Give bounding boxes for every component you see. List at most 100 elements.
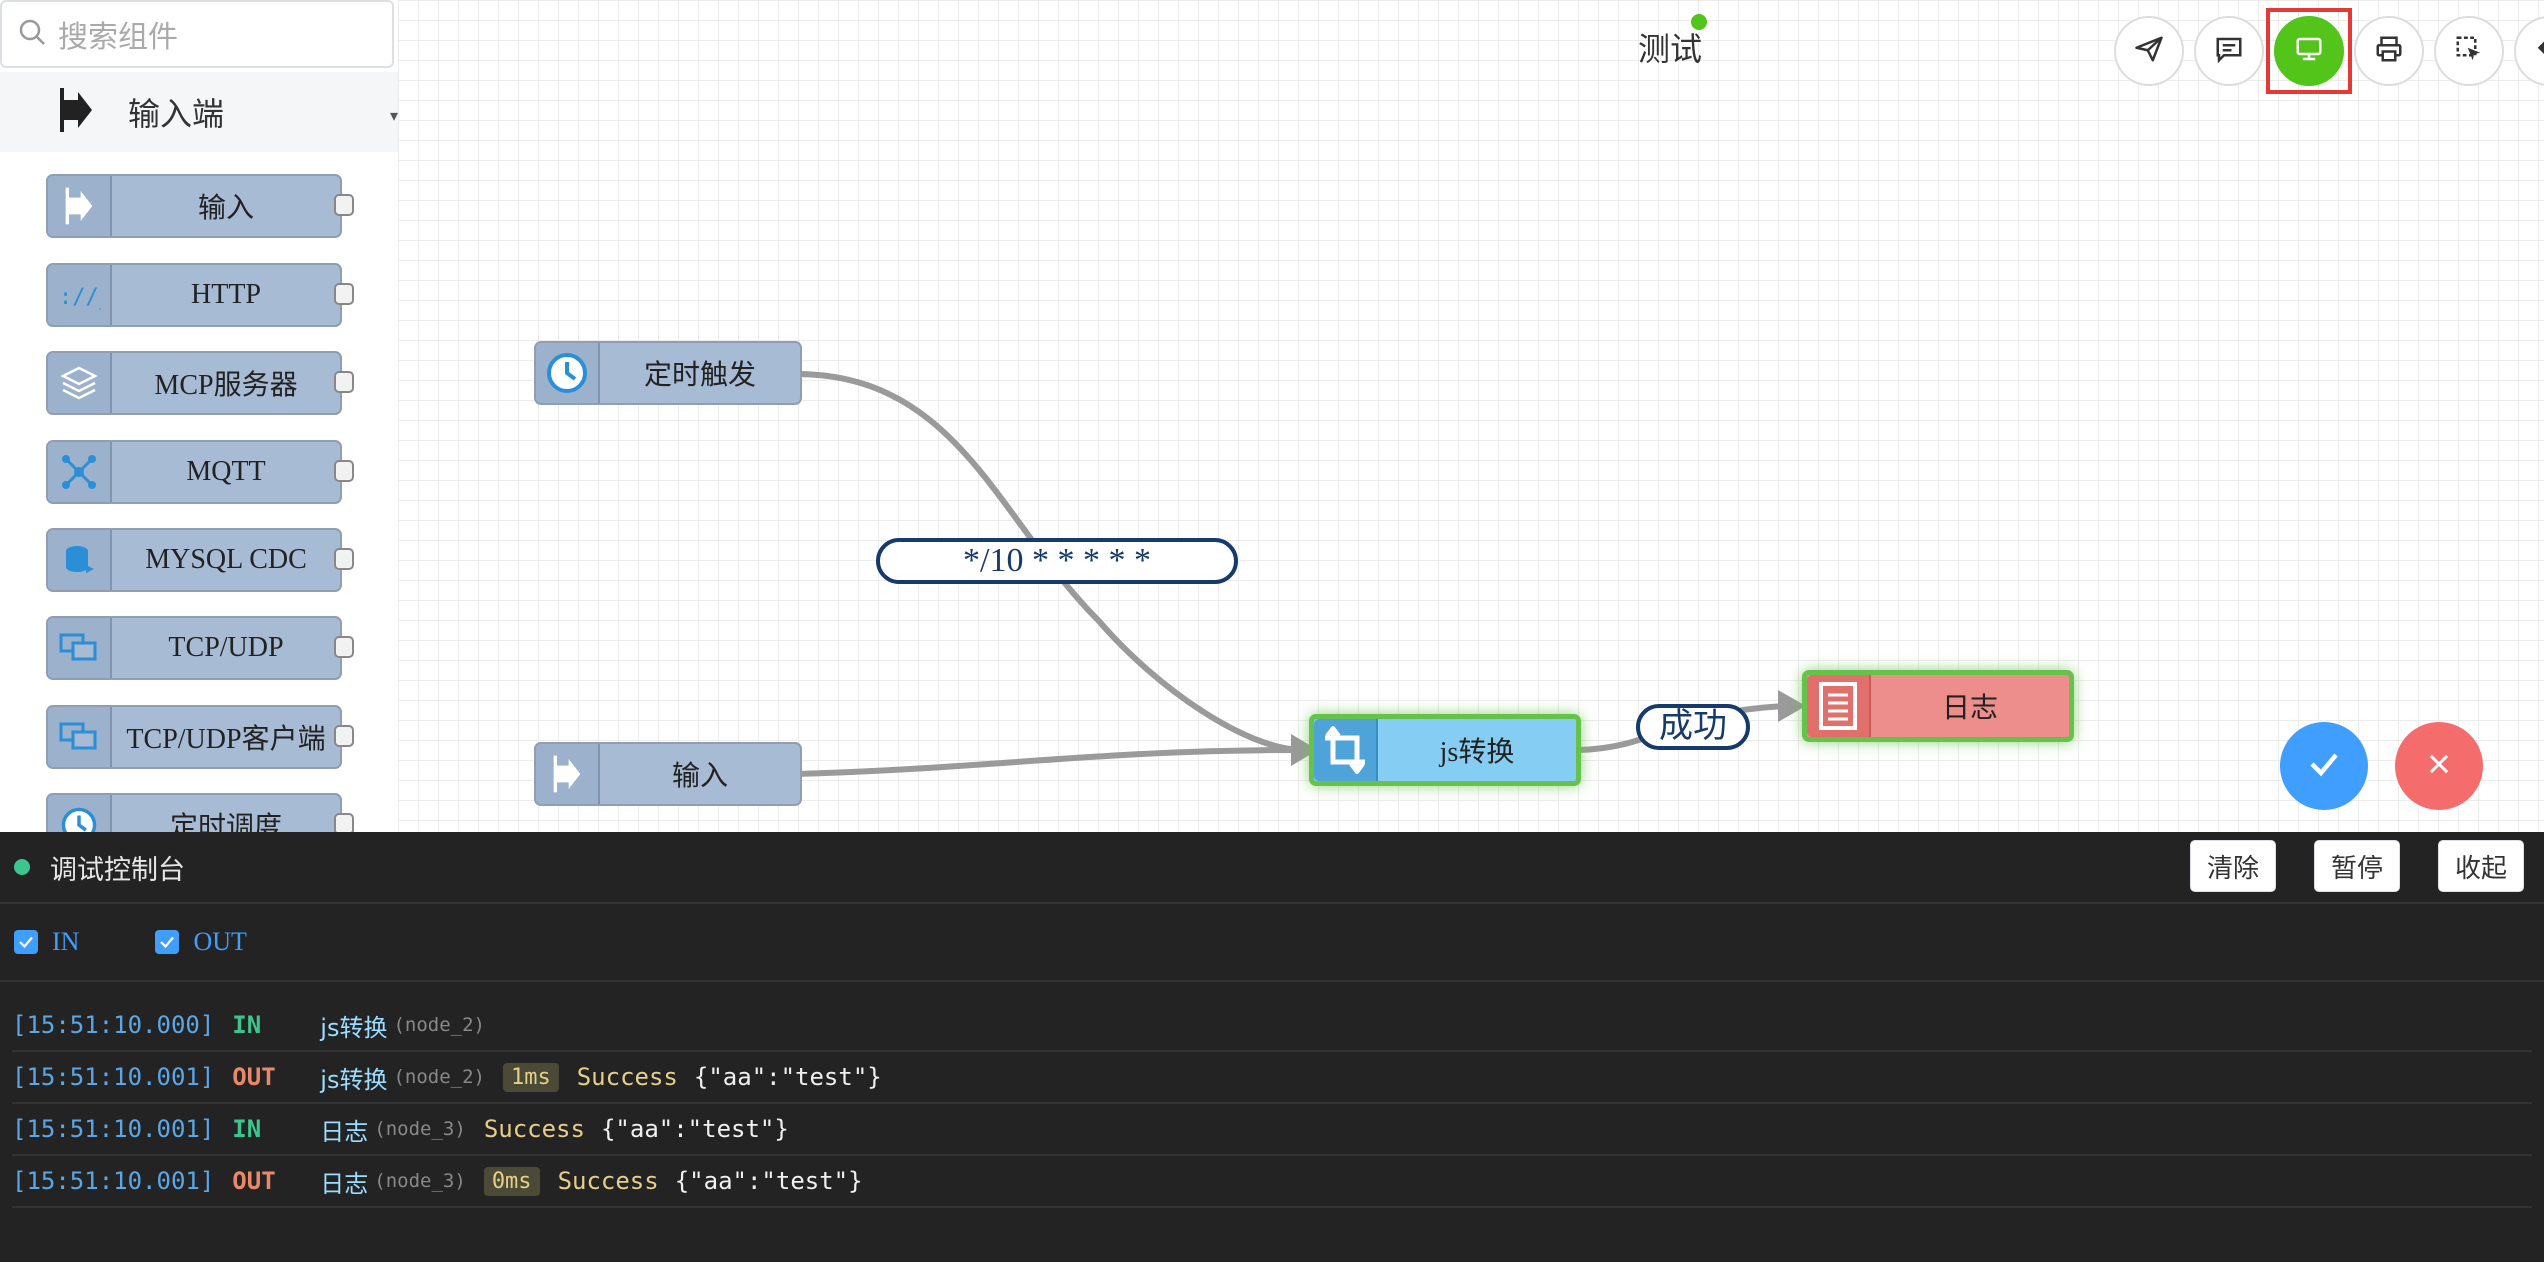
log-payload: {"aa":"test"}	[600, 1115, 789, 1143]
search-icon	[18, 18, 46, 51]
edge-label-success[interactable]: 成功	[1636, 704, 1750, 750]
palette-item-label: TCP/UDP	[168, 632, 284, 663]
console-filters: IN OUT	[0, 904, 2544, 982]
clock-icon	[536, 343, 600, 403]
log-payload: {"aa":"test"}	[693, 1063, 882, 1091]
comment-button[interactable]	[2194, 16, 2264, 86]
palette-item-label: MQTT	[186, 456, 266, 487]
print-icon	[2374, 34, 2404, 69]
undo-button[interactable]	[2514, 16, 2544, 86]
log-timestamp: [15:51:10.001]	[12, 1115, 215, 1143]
input-arrow-icon	[536, 744, 600, 804]
palette-group-label: 输入端	[128, 96, 225, 132]
palette-item[interactable]: 输入	[46, 174, 354, 238]
deploy-button[interactable]	[2114, 16, 2184, 86]
node-timer-trigger[interactable]: 定时触发	[534, 341, 802, 405]
log-row: [15:51:10.000] IN js转换 (node_2)	[12, 1000, 2532, 1052]
edge-label-cron[interactable]: */10 * * * * *	[876, 538, 1238, 584]
running-status-dot	[1691, 14, 1707, 30]
node-js-transform[interactable]: js转换	[1309, 714, 1581, 786]
log-timestamp: [15:51:10.000]	[12, 1011, 215, 1039]
log-status: Success	[576, 1063, 678, 1091]
select-button[interactable]	[2434, 16, 2504, 86]
log-node-id: (node_2)	[393, 1014, 485, 1036]
node-label: 日志	[1941, 693, 1998, 724]
mqtt-icon	[48, 442, 112, 502]
log-status: Success	[557, 1167, 659, 1195]
pause-button[interactable]: 暂停	[2314, 840, 2401, 892]
output-port[interactable]	[334, 636, 354, 658]
node-label: 定时触发	[643, 360, 756, 391]
select-icon	[2454, 34, 2484, 69]
console-title: 调试控制台	[50, 854, 185, 886]
debug-console-button[interactable]	[2274, 16, 2344, 86]
palette-item-label: HTTP	[191, 279, 261, 310]
confirm-button[interactable]	[2280, 722, 2368, 810]
log-list: [15:51:10.000] IN js转换 (node_2) [15:51:10.00…	[0, 1000, 2532, 1208]
palette-item[interactable]: TCP/UDP	[46, 616, 354, 680]
network-icon	[48, 618, 112, 678]
palette-item[interactable]: MYSQL CDC	[46, 528, 354, 592]
palette-item[interactable]: MCP服务器	[46, 351, 354, 415]
output-port[interactable]	[334, 725, 354, 747]
palette-item-label: MYSQL CDC	[145, 544, 307, 575]
wire-input-js[interactable]	[795, 747, 1304, 777]
svg-text:://_: ://_	[59, 285, 101, 310]
console-status-dot	[14, 859, 30, 875]
canvas-toolbar	[2114, 8, 2544, 94]
cancel-button[interactable]	[2395, 722, 2483, 810]
input-arrow-icon	[58, 86, 94, 139]
palette-item[interactable]: TCP/UDP客户端	[46, 705, 354, 769]
filter-label: IN	[52, 927, 80, 956]
output-port[interactable]	[334, 813, 354, 832]
log-direction: OUT	[232, 1063, 276, 1091]
log-status: Success	[483, 1115, 585, 1143]
chevron-icon[interactable]: ▾	[390, 106, 398, 126]
log-direction: IN	[232, 1011, 262, 1039]
output-port[interactable]	[334, 283, 354, 305]
print-button[interactable]	[2354, 16, 2424, 86]
node-label: js转换	[1439, 737, 1515, 768]
log-node-id: (node_2)	[393, 1066, 485, 1088]
output-port[interactable]	[334, 548, 354, 570]
collapse-button[interactable]: 收起	[2438, 840, 2525, 892]
log-duration-badge: 1ms	[502, 1062, 559, 1092]
output-port[interactable]	[334, 371, 354, 393]
comment-icon	[2214, 34, 2244, 69]
debug-console: 调试控制台 清除 暂停 收起 IN OUT [15:51:10.000] IN js…	[0, 832, 2544, 1262]
clock-icon	[48, 795, 112, 832]
log-row: [15:51:10.001] OUT 日志 (node_3) 0ms Success {"a…	[12, 1156, 2532, 1208]
log-timestamp: [15:51:10.001]	[12, 1167, 215, 1195]
palette-group-input[interactable]: 输入端 ▾	[0, 72, 398, 152]
checkbox-checked-icon	[155, 930, 180, 954]
wires-layer	[795, 371, 1806, 777]
log-timestamp: [15:51:10.001]	[12, 1063, 215, 1091]
http-icon: ://_	[48, 265, 112, 325]
node-label: 输入	[671, 761, 728, 792]
search-input[interactable]: 搜索组件	[0, 0, 394, 68]
palette-item-label: MCP服务器	[154, 370, 298, 401]
output-port[interactable]	[334, 194, 354, 216]
palette-item-label: 定时调度	[169, 812, 282, 832]
flow-canvas[interactable]: 测试 定时触发 输入 js转换 日志 */10 * * * * * 成功	[398, 0, 2544, 832]
log-node-id: (node_3)	[374, 1170, 466, 1192]
filter-out-checkbox[interactable]: OUT	[155, 927, 247, 957]
log-node-name: 日志	[320, 1169, 369, 1198]
log-node-name: js转换	[320, 1013, 388, 1042]
close-icon	[2425, 750, 2453, 783]
crop-transform-icon	[1314, 719, 1378, 781]
node-input[interactable]: 输入	[534, 742, 802, 806]
output-port[interactable]	[334, 460, 354, 482]
search-placeholder: 搜索组件	[58, 21, 178, 54]
log-row: [15:51:10.001] IN 日志 (node_3) Success {"aa":"…	[12, 1104, 2532, 1156]
palette-item-label: TCP/UDP客户端	[126, 724, 326, 755]
filter-label: OUT	[193, 927, 247, 956]
palette-item[interactable]: 定时调度	[46, 793, 354, 832]
node-log[interactable]: 日志	[1802, 670, 2074, 742]
filter-in-checkbox[interactable]: IN	[14, 927, 79, 957]
clear-button[interactable]: 清除	[2190, 840, 2277, 892]
palette-item[interactable]: ://_ HTTP	[46, 263, 354, 327]
flow-title: 测试	[1638, 31, 1703, 67]
send-icon	[2134, 34, 2164, 69]
palette-item[interactable]: MQTT	[46, 440, 354, 504]
